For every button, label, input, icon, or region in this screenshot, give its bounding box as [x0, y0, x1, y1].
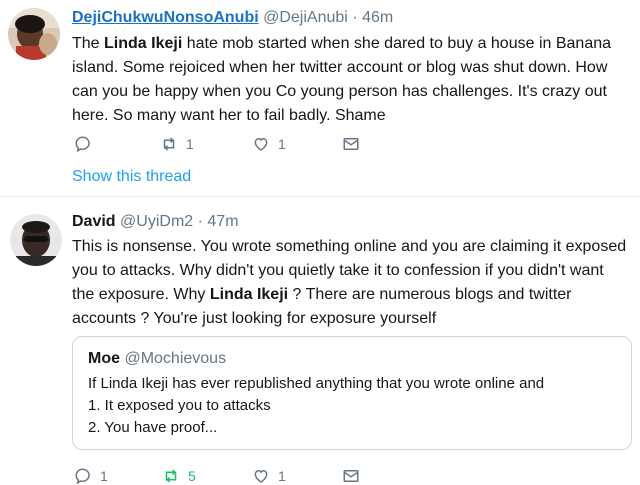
quoted-user-handle: @Mochievous: [124, 350, 227, 367]
tweet-header: David @UyiDm2 · 47m: [72, 212, 239, 232]
like-icon: [254, 137, 268, 151]
tweet[interactable]: David @UyiDm2 · 47m This is nonsense. Yo…: [0, 198, 640, 485]
quoted-tweet-text: If Linda Ikeji has ever republished anyt…: [88, 373, 618, 439]
separator: ·: [197, 213, 203, 230]
retweet-button[interactable]: 1: [160, 134, 194, 154]
tweet-actions: 1 5 1: [74, 464, 374, 485]
avatar[interactable]: [10, 214, 62, 266]
display-name[interactable]: DejiChukwuNonsoAnubi: [72, 9, 259, 26]
tweet-actions: 1 1: [74, 132, 374, 156]
tweet-text-part: The: [72, 35, 105, 52]
reply-icon: [75, 468, 90, 485]
like-count: 1: [278, 468, 286, 484]
quoted-text-line: 1. It exposed you to attacks: [88, 397, 271, 414]
avatar-image: [10, 214, 62, 266]
user-handle[interactable]: @UyiDm2: [120, 213, 193, 230]
tweet-text: The Linda Ikeji hate mob started when sh…: [72, 32, 630, 128]
like-icon: [254, 469, 268, 483]
tweet-text: This is nonsense. You wrote something on…: [72, 235, 630, 331]
quoted-text-line: If Linda Ikeji has ever republished anyt…: [88, 375, 545, 392]
reply-icon: [75, 136, 90, 153]
separator: ·: [352, 9, 358, 26]
like-button[interactable]: 1: [252, 134, 286, 154]
retweet-count: 1: [186, 136, 194, 152]
direct-message-icon: [343, 470, 359, 482]
retweet-count: 5: [188, 468, 196, 484]
retweet-icon: [163, 137, 175, 151]
show-thread-link[interactable]: Show this thread: [72, 168, 191, 186]
avatar-image: [8, 8, 60, 60]
display-name[interactable]: David: [72, 213, 116, 230]
quoted-display-name: Moe: [88, 350, 120, 367]
retweet-button[interactable]: 5: [162, 466, 196, 485]
like-button[interactable]: 1: [252, 466, 286, 485]
retweet-icon: [165, 469, 177, 483]
tweet-text-highlight: Linda Ikeji: [104, 35, 183, 52]
like-count: 1: [278, 136, 286, 152]
direct-message-icon: [343, 138, 359, 150]
tweet-header: DejiChukwuNonsoAnubi @DejiAnubi · 46m: [72, 8, 393, 28]
reply-button[interactable]: 1: [74, 466, 108, 485]
timestamp[interactable]: 46m: [362, 9, 393, 26]
avatar[interactable]: [8, 8, 60, 60]
reply-button[interactable]: [74, 134, 100, 154]
quoted-tweet[interactable]: Moe @Mochievous If Linda Ikeji has ever …: [72, 336, 632, 450]
direct-message-button[interactable]: [342, 466, 360, 485]
timestamp[interactable]: 47m: [207, 213, 238, 230]
quoted-text-line: 2. You have proof...: [88, 419, 218, 436]
tweet-text-highlight: Linda Ikeji: [209, 286, 289, 303]
reply-count: 1: [100, 468, 108, 484]
tweet[interactable]: DejiChukwuNonsoAnubi @DejiAnubi · 46m Th…: [0, 0, 640, 197]
direct-message-button[interactable]: [342, 134, 360, 154]
quoted-tweet-header: Moe @Mochievous: [88, 349, 226, 369]
user-handle[interactable]: @DejiAnubi: [263, 9, 348, 26]
